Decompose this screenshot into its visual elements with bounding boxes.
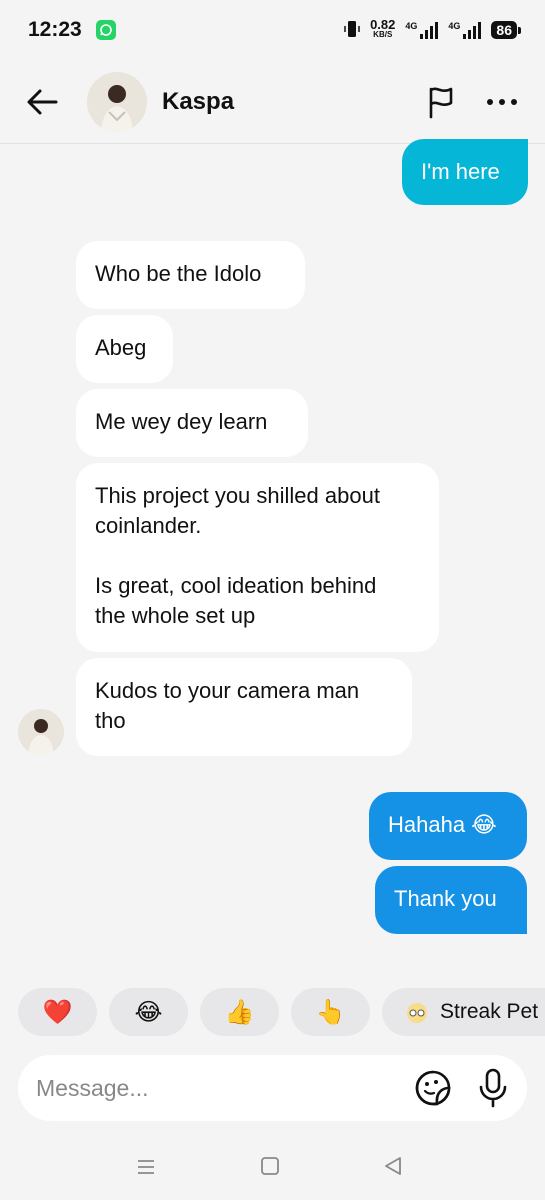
back-button[interactable] — [22, 82, 62, 122]
chat-header: Kaspa — [0, 60, 545, 144]
message-incoming[interactable]: Abeg — [76, 315, 173, 383]
flag-icon — [429, 87, 453, 119]
egg-icon — [407, 1003, 427, 1023]
message-outgoing[interactable]: Hahaha 😂 — [369, 792, 527, 860]
laughing-emoji-icon: 😂 — [134, 998, 163, 1026]
report-button[interactable] — [422, 82, 462, 122]
thumbs-up-icon: 👍 — [224, 998, 255, 1026]
system-navigation-bar — [0, 1140, 545, 1200]
contact-avatar[interactable] — [87, 72, 147, 132]
streak-pet-button[interactable]: Streak Pet — [382, 988, 545, 1036]
heart-icon: ❤️ — [42, 998, 73, 1026]
message-incoming[interactable]: Who be the Idolo — [76, 241, 305, 309]
status-time: 12:23 — [28, 18, 82, 41]
message-input[interactable] — [36, 1067, 406, 1109]
system-back-button[interactable] — [382, 1155, 404, 1177]
sticker-icon — [415, 1070, 451, 1106]
status-bar: 12:23 0.82 KB/S 4G 4G 86 — [0, 0, 545, 60]
microphone-icon — [479, 1068, 507, 1108]
message-incoming[interactable]: This project you shilled about coinlande… — [76, 463, 439, 652]
reaction-thumbs-up-button[interactable]: 👍 — [200, 988, 279, 1036]
home-button[interactable] — [260, 1156, 280, 1176]
pointing-up-icon: 👆 — [315, 998, 346, 1026]
whatsapp-icon — [95, 20, 116, 40]
triangle-back-icon — [385, 1157, 401, 1175]
streak-pet-label: Streak Pet — [440, 1000, 539, 1023]
message-outgoing[interactable]: Thank you — [375, 866, 527, 934]
reaction-heart-button[interactable]: ❤️ — [18, 988, 97, 1036]
menu-icon — [138, 1160, 154, 1174]
contact-name[interactable]: Kaspa — [162, 88, 234, 116]
message-outgoing[interactable]: I'm here — [402, 139, 528, 205]
sticker-button[interactable] — [414, 1069, 452, 1107]
message-composer — [18, 1055, 527, 1121]
reaction-laugh-button[interactable]: 😂 — [109, 988, 188, 1036]
message-incoming[interactable]: Kudos to your camera man tho — [76, 658, 412, 756]
signal-icon-2: 4G — [448, 21, 482, 39]
signal-icon: 4G — [405, 21, 439, 39]
recent-apps-button[interactable] — [135, 1156, 157, 1178]
sender-avatar[interactable] — [18, 709, 64, 755]
voice-message-button[interactable] — [474, 1067, 512, 1109]
square-icon — [261, 1157, 279, 1175]
battery-indicator: 86 — [491, 21, 521, 39]
arrow-left-icon — [27, 89, 58, 115]
reaction-point-up-button[interactable]: 👆 — [291, 988, 370, 1036]
message-incoming[interactable]: Me wey dey learn — [76, 389, 308, 457]
more-options-button[interactable] — [482, 88, 522, 116]
more-icon — [487, 99, 517, 105]
vibrate-icon — [344, 19, 360, 42]
network-speed: 0.82 KB/S — [370, 17, 396, 39]
